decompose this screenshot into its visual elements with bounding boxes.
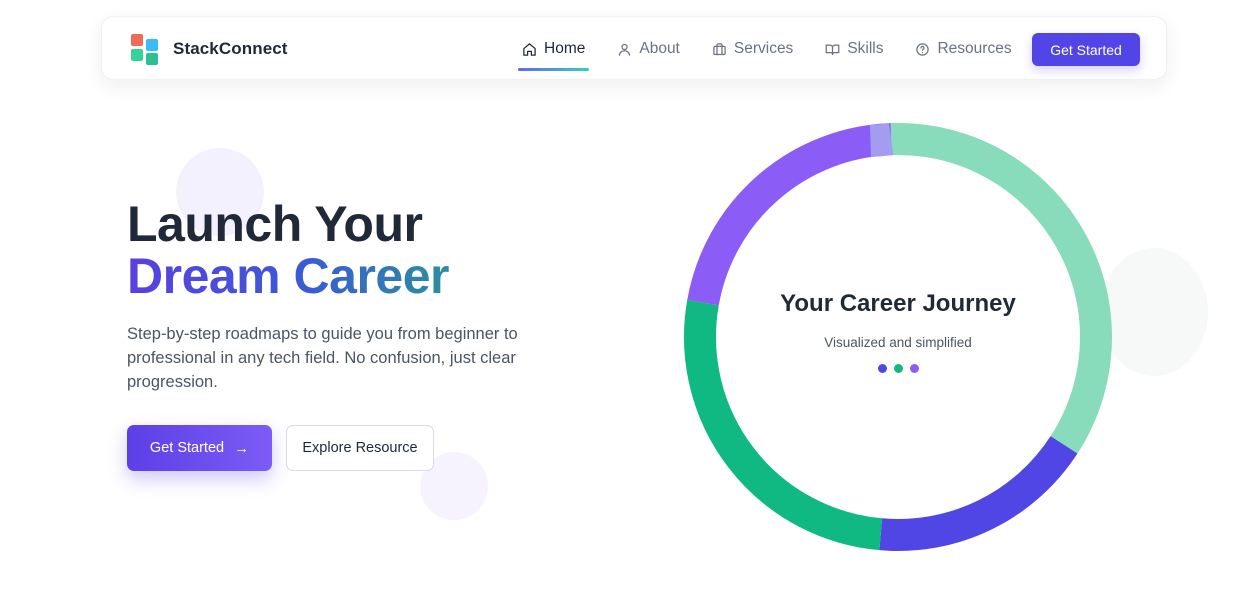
briefcase-icon bbox=[713, 42, 726, 55]
nav-get-started-button[interactable]: Get Started bbox=[1032, 33, 1140, 66]
nav-item-label: Home bbox=[544, 40, 586, 57]
nav-item-about[interactable]: About bbox=[617, 17, 680, 81]
nav-item-home[interactable]: Home bbox=[517, 17, 590, 81]
nav-item-resources[interactable]: Resources bbox=[915, 17, 1012, 81]
nav-item-label: About bbox=[639, 40, 680, 57]
journey-title: Your Career Journey bbox=[780, 290, 1016, 317]
journey-dots bbox=[717, 364, 1079, 373]
help-circle-icon bbox=[916, 42, 930, 56]
nav-item-label: Skills bbox=[847, 40, 884, 57]
journey-subtitle: Visualized and simplified bbox=[824, 335, 972, 350]
explore-resource-button[interactable]: Explore Resource bbox=[286, 425, 434, 471]
nav-item-skills[interactable]: Skills bbox=[825, 17, 883, 81]
home-icon bbox=[523, 42, 536, 56]
journey-dot bbox=[877, 364, 887, 373]
hero-get-started-label: Get Started bbox=[149, 440, 225, 456]
navbar: StackConnect Home About Services Skills … bbox=[101, 16, 1167, 80]
hero-title-line2: Dream Career bbox=[127, 248, 449, 304]
nav-menu: Home About Services Skills Resources bbox=[517, 17, 1044, 81]
decorative-blob bbox=[1100, 248, 1208, 376]
journey-dot bbox=[909, 364, 919, 373]
hero-get-started-button[interactable]: Get Started → bbox=[127, 425, 272, 471]
hero-description: Step-by-step roadmaps to guide you from … bbox=[127, 325, 518, 391]
arrow-right-icon: → bbox=[234, 439, 250, 457]
nav-item-services[interactable]: Services bbox=[712, 17, 793, 81]
user-icon bbox=[619, 43, 631, 56]
hero-title: Launch Your Dream Career bbox=[127, 198, 449, 302]
hero-title-line1: Launch Your bbox=[127, 196, 423, 252]
brand-name: StackConnect bbox=[173, 39, 288, 58]
ring-segment bbox=[869, 123, 894, 157]
book-icon bbox=[825, 44, 840, 55]
brand[interactable]: StackConnect bbox=[130, 33, 288, 65]
nav-item-label: Resources bbox=[937, 40, 1012, 57]
nav-item-label: Services bbox=[733, 40, 794, 57]
journey-dot bbox=[893, 364, 903, 373]
career-journey-card: Your Career Journey Visualized and simpl… bbox=[717, 154, 1079, 516]
logo-icon bbox=[130, 33, 160, 65]
